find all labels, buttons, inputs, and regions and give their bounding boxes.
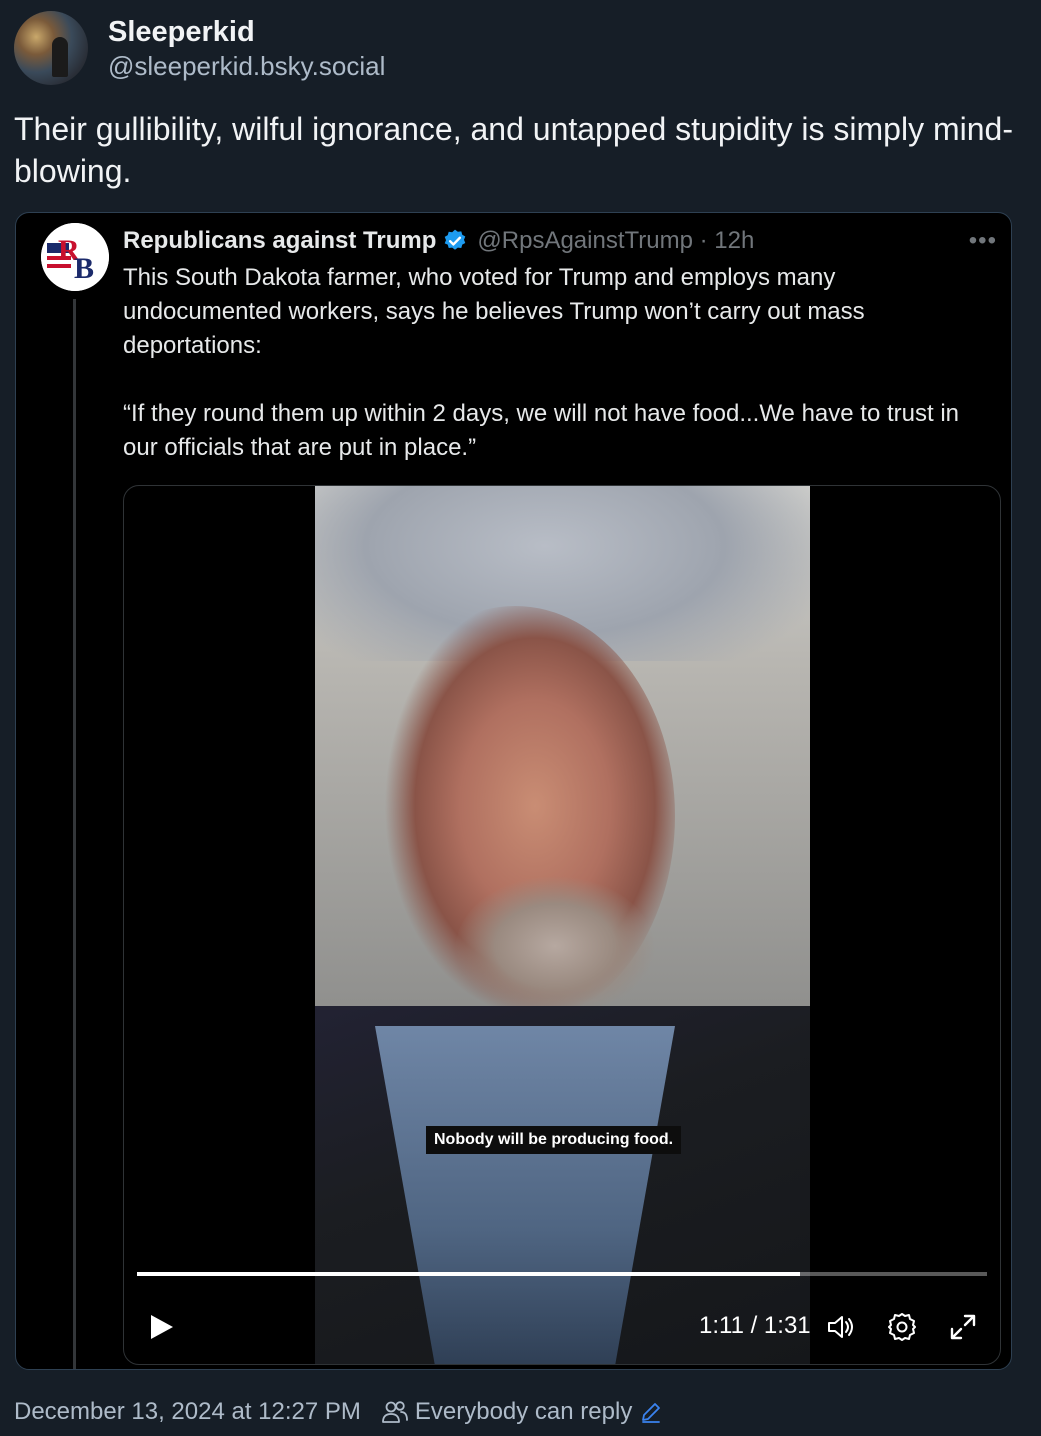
people-icon (381, 1401, 408, 1423)
edit-pencil-icon[interactable] (640, 1401, 662, 1423)
post-author[interactable]: Sleeperkid @sleeperkid.bsky.social (14, 11, 385, 85)
quoted-post-time[interactable]: 12h (714, 227, 754, 254)
quoted-post[interactable]: R B Republicans against Trump @RpsAgains… (15, 212, 1012, 1370)
video-progress-bar[interactable] (137, 1272, 987, 1276)
volume-icon[interactable] (824, 1310, 858, 1344)
author-handle[interactable]: @sleeperkid.bsky.social (108, 49, 385, 83)
video-time: 1:11 / 1:31 (699, 1312, 811, 1339)
quoted-author-name[interactable]: Republicans against Trump (123, 227, 436, 255)
thread-line (73, 299, 76, 1369)
video-frame-beard (455, 876, 655, 1026)
video-progress-fill (137, 1272, 800, 1276)
reply-setting-label[interactable]: Everybody can reply (415, 1398, 632, 1426)
author-display-name[interactable]: Sleeperkid (108, 16, 385, 49)
meta-separator: · (699, 227, 708, 254)
post-footer: December 13, 2024 at 12:27 PM Everybody … (14, 1398, 662, 1426)
settings-icon[interactable] (885, 1310, 919, 1344)
video-frame[interactable] (315, 486, 810, 1364)
quoted-author-avatar[interactable]: R B (41, 223, 109, 291)
video-subtitle: Nobody will be producing food. (426, 1126, 682, 1154)
quoted-handle-text: @RpsAgainstTrump (477, 227, 693, 254)
svg-text:B: B (74, 252, 94, 285)
quoted-paragraph: “If they round them up within 2 days, we… (123, 400, 959, 461)
author-avatar[interactable] (14, 11, 88, 85)
post-text: Their gullibility, wilful ignorance, and… (14, 111, 1013, 189)
author-names: Sleeperkid @sleeperkid.bsky.social (108, 16, 385, 85)
play-icon[interactable] (146, 1312, 176, 1342)
verified-badge-icon (445, 229, 466, 250)
quoted-post-text: This South Dakota farmer, who voted for … (123, 261, 983, 465)
rb-logo-icon: R B (41, 223, 109, 291)
quoted-author-handle[interactable]: @RpsAgainstTrump · 12h (477, 227, 754, 255)
more-options-button[interactable]: ••• (969, 227, 997, 255)
post-timestamp: December 13, 2024 at 12:27 PM (14, 1398, 361, 1425)
video-player[interactable]: Nobody will be producing food. 1:11 / 1:… (123, 485, 1001, 1365)
quoted-paragraph: This South Dakota farmer, who voted for … (123, 264, 865, 359)
quoted-author-header: Republicans against Trump @RpsAgainstTru… (123, 227, 754, 255)
fullscreen-icon[interactable] (946, 1310, 980, 1344)
